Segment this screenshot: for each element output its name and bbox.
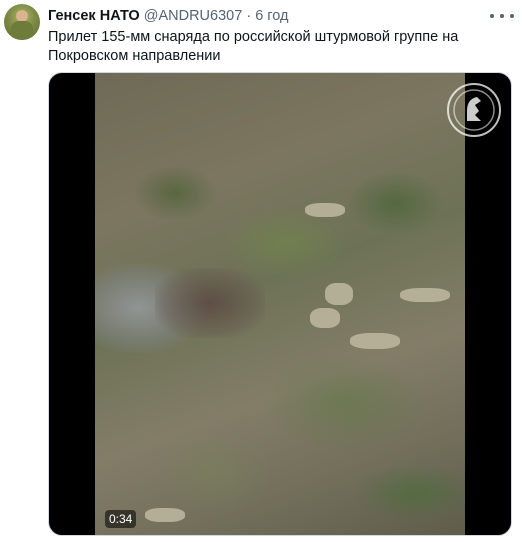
figure	[350, 333, 400, 349]
more-horizontal-icon	[490, 14, 494, 18]
figure	[145, 508, 185, 522]
more-horizontal-icon	[510, 14, 514, 18]
figure	[400, 288, 450, 302]
more-horizontal-icon	[500, 14, 504, 18]
impact-crater	[155, 268, 265, 338]
video-player[interactable]: 0:34	[48, 72, 512, 536]
display-name[interactable]: Генсек НАТО	[48, 8, 140, 24]
unit-emblem-icon	[447, 83, 501, 137]
avatar-body	[11, 21, 33, 40]
avatar[interactable]	[4, 4, 40, 40]
tweet-header: Генсек НАТО @ANDRU6307 · 6 год	[48, 6, 288, 26]
more-options-button[interactable]	[490, 8, 514, 24]
user-handle[interactable]: @ANDRU6307	[144, 8, 243, 24]
video-duration: 0:34	[105, 510, 137, 528]
figure	[305, 203, 345, 217]
figure	[310, 308, 340, 328]
tweet[interactable]: Генсек НАТО @ANDRU6307 · 6 год Прилет 15…	[0, 0, 522, 542]
separator-dot: ·	[246, 8, 252, 24]
figure	[325, 283, 353, 305]
timestamp[interactable]: 6 год	[255, 8, 288, 24]
video-frame[interactable]: 0:34	[95, 73, 501, 535]
tweet-text: Прилет 155-мм снаряда по российской штур…	[48, 29, 459, 64]
